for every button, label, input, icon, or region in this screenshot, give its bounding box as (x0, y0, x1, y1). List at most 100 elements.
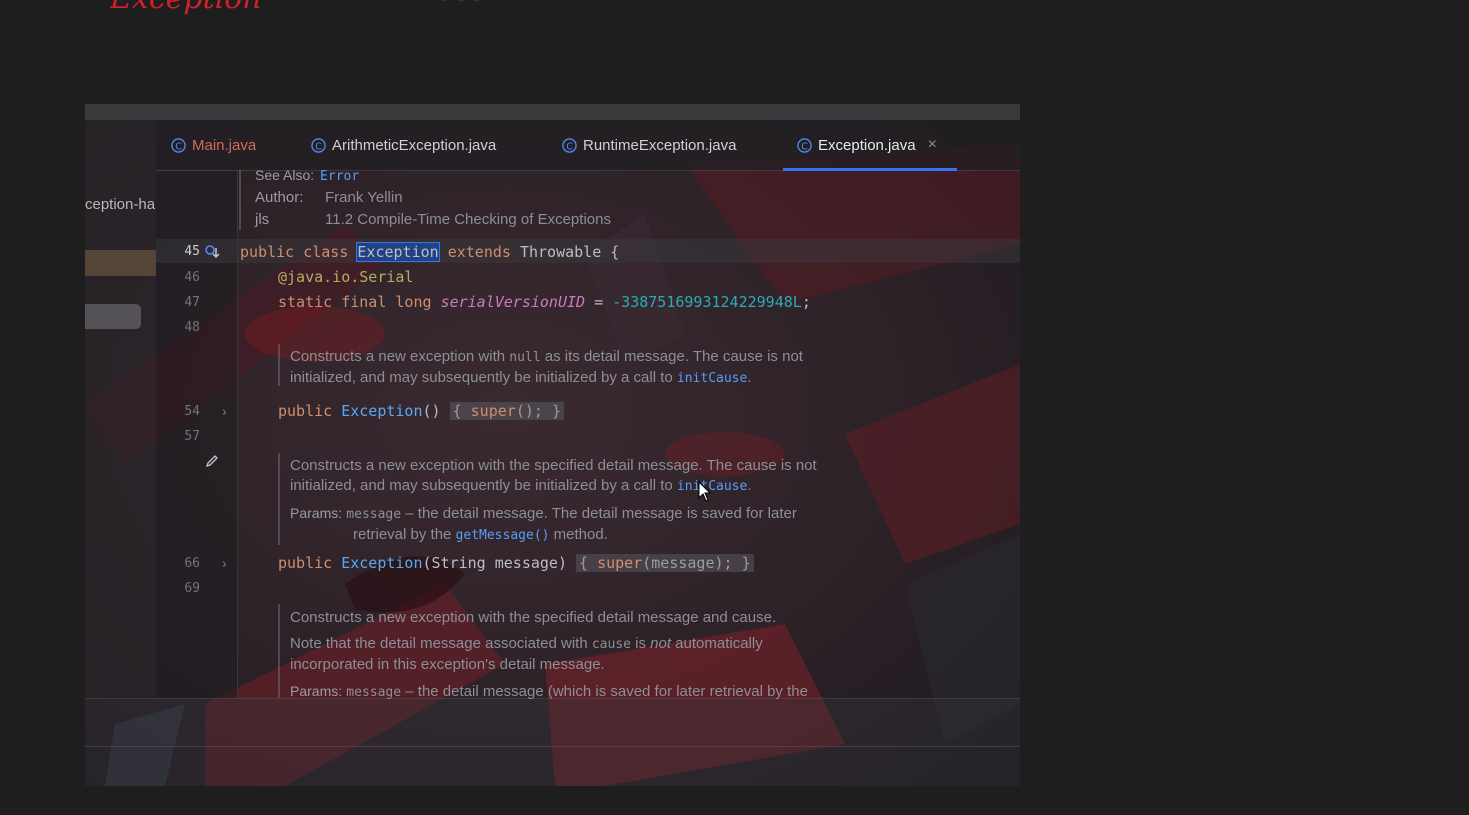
call: (); (515, 402, 543, 420)
code-line-47[interactable]: static final long serialVersionUID = -33… (278, 293, 811, 311)
doc-text: Constructs a new exception with the spec… (290, 457, 817, 474)
project-selected-row[interactable] (85, 250, 156, 276)
tab-main-java[interactable]: C Main.java (171, 120, 256, 170)
operator: = (585, 293, 613, 311)
doc-bar (278, 344, 280, 386)
tab-runtimeexception-java[interactable]: C RuntimeException.java (562, 120, 736, 170)
javadoc-author: Author: Frank Yellin (255, 188, 403, 208)
param-name: message (346, 685, 402, 700)
params-label: Params: (290, 505, 343, 521)
selected-class-name[interactable]: Exception (356, 242, 440, 262)
constructor-name: Exception (341, 554, 423, 572)
params: (String message) (422, 554, 568, 572)
class-icon: C (311, 137, 326, 153)
doc-text: automatically (671, 635, 763, 652)
implemented-methods-icon[interactable] (204, 244, 220, 260)
class-icon: C (171, 137, 186, 153)
tab-label: ArithmeticException.java (332, 136, 497, 154)
fold-region[interactable]: { super(); } (449, 402, 564, 420)
bottom-panel (85, 698, 1020, 786)
doc-text: is (630, 635, 651, 652)
keyword: public (240, 243, 295, 261)
constructor-name: Exception (341, 402, 423, 420)
keyword: extends (447, 243, 511, 261)
fold-chevron-icon[interactable]: › (222, 555, 227, 571)
doc-bar (278, 453, 280, 545)
ide-window: ception-ha C Main.java C ArithmeticExcep… (85, 104, 1020, 786)
project-panel: ception-ha (85, 120, 156, 698)
doc-link[interactable]: getMessage() (456, 528, 550, 543)
keyword: super (597, 554, 643, 572)
line-number: 46 (184, 270, 200, 285)
javadoc-constructor-2: Constructs a new exception with the spec… (290, 456, 817, 546)
project-panel-button[interactable] (85, 304, 141, 329)
doc-text: initialized, and may subsequently be ini… (290, 477, 677, 494)
fold-chevron-icon[interactable]: › (222, 403, 227, 419)
line-number: 69 (184, 581, 200, 596)
author-label: Author: (255, 189, 304, 206)
javadoc-constructor-3: Constructs a new exception with the spec… (290, 608, 808, 703)
doc-bar (278, 604, 280, 698)
line-number: 57 (184, 429, 200, 444)
keyword: super (470, 402, 516, 420)
annotation-name: Serial (359, 268, 414, 286)
svg-text:C: C (566, 141, 573, 152)
doc-text: as its detail message. The cause is not (540, 348, 803, 365)
keyword: class (303, 243, 349, 261)
line-number: 45 (184, 244, 200, 259)
doc-text: – the detail message (which is saved for… (401, 683, 808, 700)
handwritten-annotation: Exception Class (110, 0, 486, 16)
editor-tab-bar: C Main.java C ArithmeticException.java C… (156, 120, 1020, 171)
top-bar (85, 104, 1020, 120)
jls-value: 11.2 Compile-Time Checking of Exceptions (325, 211, 611, 228)
brace: } (741, 554, 751, 572)
param-name: message (346, 507, 402, 522)
number-literal: -3387516993124229948L (612, 293, 802, 311)
tab-label: Main.java (192, 136, 257, 154)
doc-text: initialized, and may subsequently be ini… (290, 369, 677, 386)
keyword: public (278, 402, 333, 420)
params: () (422, 402, 441, 420)
code-line-54[interactable]: public Exception() { super(); } (278, 402, 564, 420)
line-number: 48 (184, 320, 200, 335)
doc-bar (239, 170, 241, 230)
line-number: 47 (184, 295, 200, 310)
bottom-divider (85, 746, 1020, 747)
doc-text: incorporated in this exception's detail … (290, 656, 605, 673)
brace: { (579, 554, 589, 572)
field-name: serialVersionUID (440, 293, 586, 311)
see-also-label: See Also: (255, 167, 315, 183)
tab-arithmeticexception-java[interactable]: C ArithmeticException.java (311, 120, 496, 170)
code-line-46[interactable]: @java.io.Serial (278, 268, 413, 286)
tab-label: Exception.java (818, 136, 916, 154)
call: (message); (642, 554, 733, 572)
doc-link[interactable]: initCause (677, 479, 747, 494)
project-tree-item[interactable]: ception-ha (85, 196, 155, 213)
author-value: Frank Yellin (325, 189, 403, 206)
code-line-45[interactable]: public class Exception extends Throwable… (240, 242, 620, 262)
tab-exception-java[interactable]: C Exception.java × (783, 120, 957, 171)
parent-class: Throwable { (519, 243, 620, 261)
doc-link[interactable]: initCause (677, 371, 747, 386)
doc-text: Note that the detail message associated … (290, 635, 592, 652)
fold-region[interactable]: { super(message); } (576, 554, 754, 572)
line-number: 66 (184, 556, 200, 571)
doc-text: . (747, 369, 752, 386)
jls-label: jls (255, 211, 270, 228)
doc-code: null (509, 350, 541, 365)
handwriting-exception: Exception (110, 0, 262, 16)
tab-label: RuntimeException.java (583, 136, 737, 154)
see-also-link[interactable]: Error (320, 169, 359, 184)
handwriting-class: Class (405, 0, 486, 8)
svg-text:C: C (175, 141, 182, 152)
brace: } (551, 402, 561, 420)
code-line-66[interactable]: public Exception(String message) { super… (278, 554, 754, 572)
doc-text: – the detail message. The detail message… (401, 505, 797, 522)
doc-text: Constructs a new exception with the spec… (290, 609, 777, 626)
class-icon: C (562, 137, 577, 153)
annotation: @java.io. (278, 268, 360, 286)
edit-pencil-icon[interactable] (205, 454, 219, 468)
keyword: static final long (278, 293, 432, 311)
keyword: public (278, 554, 333, 572)
close-icon[interactable]: × (928, 136, 937, 154)
